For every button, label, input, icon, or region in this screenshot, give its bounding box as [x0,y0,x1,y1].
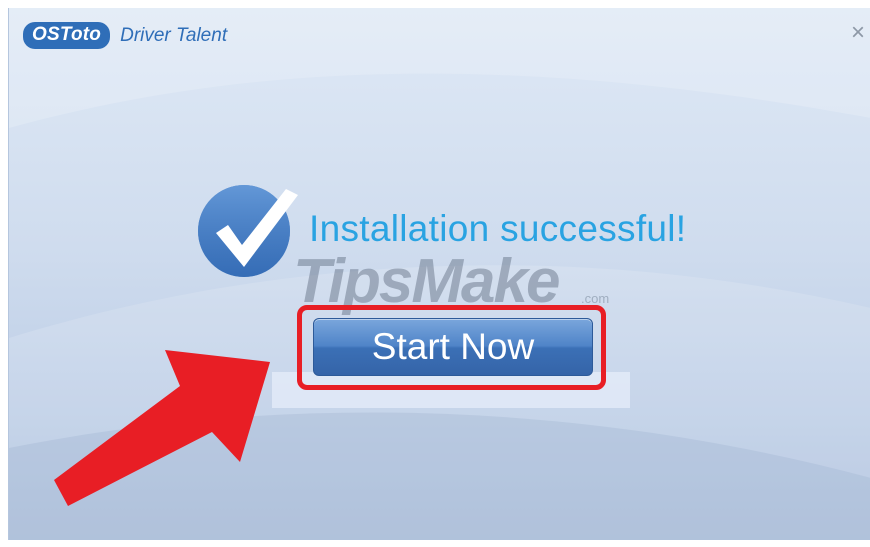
close-icon: × [850,19,865,46]
start-now-button[interactable]: Start Now [313,318,593,376]
watermark-suffix: .com [581,291,610,306]
product-name: Driver Talent [120,24,228,46]
installer-window: OSToto Driver Talent × Installation succ… [8,8,870,540]
checkmark-badge-icon [198,185,298,277]
brand-name: OSToto [23,22,111,49]
app-logo: OSToto Driver Talent [23,22,227,49]
close-button[interactable]: × [845,18,870,48]
success-message: Installation successful! [309,208,687,249]
